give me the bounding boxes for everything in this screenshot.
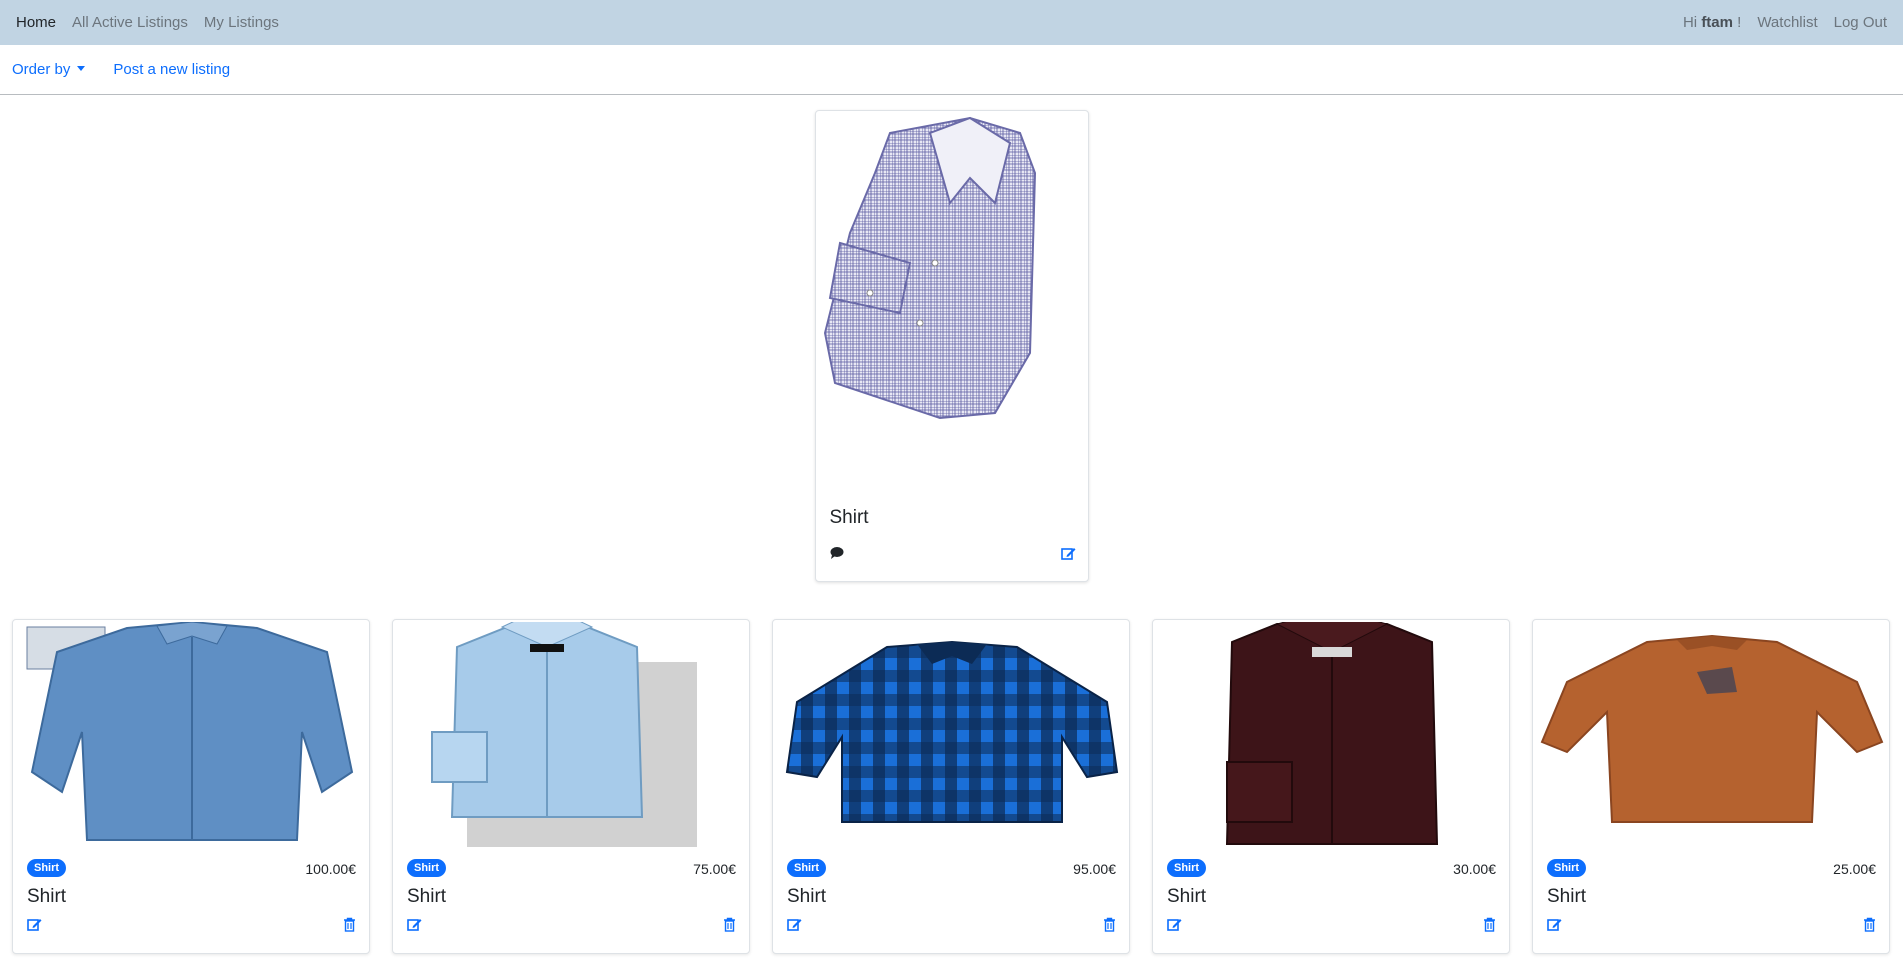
light-blue-shirt-image bbox=[431, 622, 697, 847]
order-by-label: Order by bbox=[12, 61, 71, 78]
edit-icon[interactable] bbox=[1167, 917, 1182, 932]
category-badge[interactable]: Shirt bbox=[407, 859, 447, 877]
listing-title[interactable]: Shirt bbox=[1547, 886, 1586, 908]
blue-plaid-shirt-image bbox=[785, 640, 1119, 823]
category-badge[interactable]: Shirt bbox=[27, 859, 67, 877]
featured-listing-title[interactable]: Shirt bbox=[830, 507, 869, 529]
top-navbar: Home All Active Listings My Listings Hi … bbox=[0, 0, 1903, 45]
orange-long-sleeve-shirt-image bbox=[1540, 634, 1884, 823]
comment-icon[interactable] bbox=[830, 546, 844, 559]
sub-navbar: Order by Post a new listing bbox=[0, 45, 1903, 95]
listing-card[interactable]: Shirt 75.00€ Shirt bbox=[392, 619, 750, 954]
category-badge[interactable]: Shirt bbox=[1547, 859, 1587, 877]
nav-all-active-listings-link[interactable]: All Active Listings bbox=[72, 14, 188, 31]
listing-card[interactable]: Shirt 25.00€ Shirt bbox=[1532, 619, 1890, 954]
edit-icon[interactable] bbox=[787, 917, 802, 932]
featured-section: Shirt bbox=[0, 95, 1903, 582]
listing-price: 30.00€ bbox=[1453, 861, 1496, 877]
listing-price: 75.00€ bbox=[693, 861, 736, 877]
listings-grid: Shirt 100.00€ Shirt Shirt 75.00€ Shirt S… bbox=[12, 619, 1890, 954]
listing-price: 100.00€ bbox=[305, 861, 356, 877]
nav-watchlist-link[interactable]: Watchlist bbox=[1757, 14, 1817, 31]
checked-shirt-image bbox=[823, 116, 1036, 420]
listing-price: 95.00€ bbox=[1073, 861, 1116, 877]
user-greeting: Hi ftam ! bbox=[1683, 14, 1741, 31]
edit-icon[interactable] bbox=[1060, 546, 1076, 561]
nav-right: Hi ftam ! Watchlist Log Out bbox=[1683, 14, 1887, 31]
listing-title[interactable]: Shirt bbox=[1167, 886, 1206, 908]
post-new-listing-link[interactable]: Post a new listing bbox=[113, 61, 230, 78]
trash-icon[interactable] bbox=[723, 917, 736, 932]
trash-icon[interactable] bbox=[1103, 917, 1116, 932]
category-badge[interactable]: Shirt bbox=[787, 859, 827, 877]
edit-icon[interactable] bbox=[407, 917, 422, 932]
nav-my-listings-link[interactable]: My Listings bbox=[204, 14, 279, 31]
nav-logout-link[interactable]: Log Out bbox=[1834, 14, 1887, 31]
denim-shirt-image bbox=[26, 622, 354, 841]
listing-card[interactable]: Shirt 30.00€ Shirt bbox=[1152, 619, 1510, 954]
listing-title[interactable]: Shirt bbox=[27, 886, 66, 908]
listing-price: 25.00€ bbox=[1833, 861, 1876, 877]
listing-title[interactable]: Shirt bbox=[787, 886, 826, 908]
featured-listing-card[interactable]: Shirt bbox=[814, 110, 1089, 582]
nav-left: Home All Active Listings My Listings bbox=[16, 14, 279, 31]
listing-card[interactable]: Shirt 95.00€ Shirt bbox=[772, 619, 1130, 954]
nav-home-link[interactable]: Home bbox=[16, 14, 56, 31]
greeting-hi: Hi bbox=[1682, 14, 1698, 31]
edit-icon[interactable] bbox=[27, 917, 42, 932]
listing-card[interactable]: Shirt 100.00€ Shirt bbox=[12, 619, 370, 954]
listing-title[interactable]: Shirt bbox=[407, 886, 446, 908]
category-badge[interactable]: Shirt bbox=[1167, 859, 1207, 877]
maroon-shirt-image bbox=[1225, 622, 1439, 845]
trash-icon[interactable] bbox=[1483, 917, 1496, 932]
greeting-exclaim: ! bbox=[1737, 14, 1742, 31]
trash-icon[interactable] bbox=[1863, 917, 1876, 932]
edit-icon[interactable] bbox=[1547, 917, 1562, 932]
greeting-username: ftam bbox=[1701, 14, 1733, 31]
caret-down-icon bbox=[77, 66, 86, 71]
order-by-dropdown[interactable]: Order by bbox=[12, 61, 86, 78]
trash-icon[interactable] bbox=[343, 917, 356, 932]
